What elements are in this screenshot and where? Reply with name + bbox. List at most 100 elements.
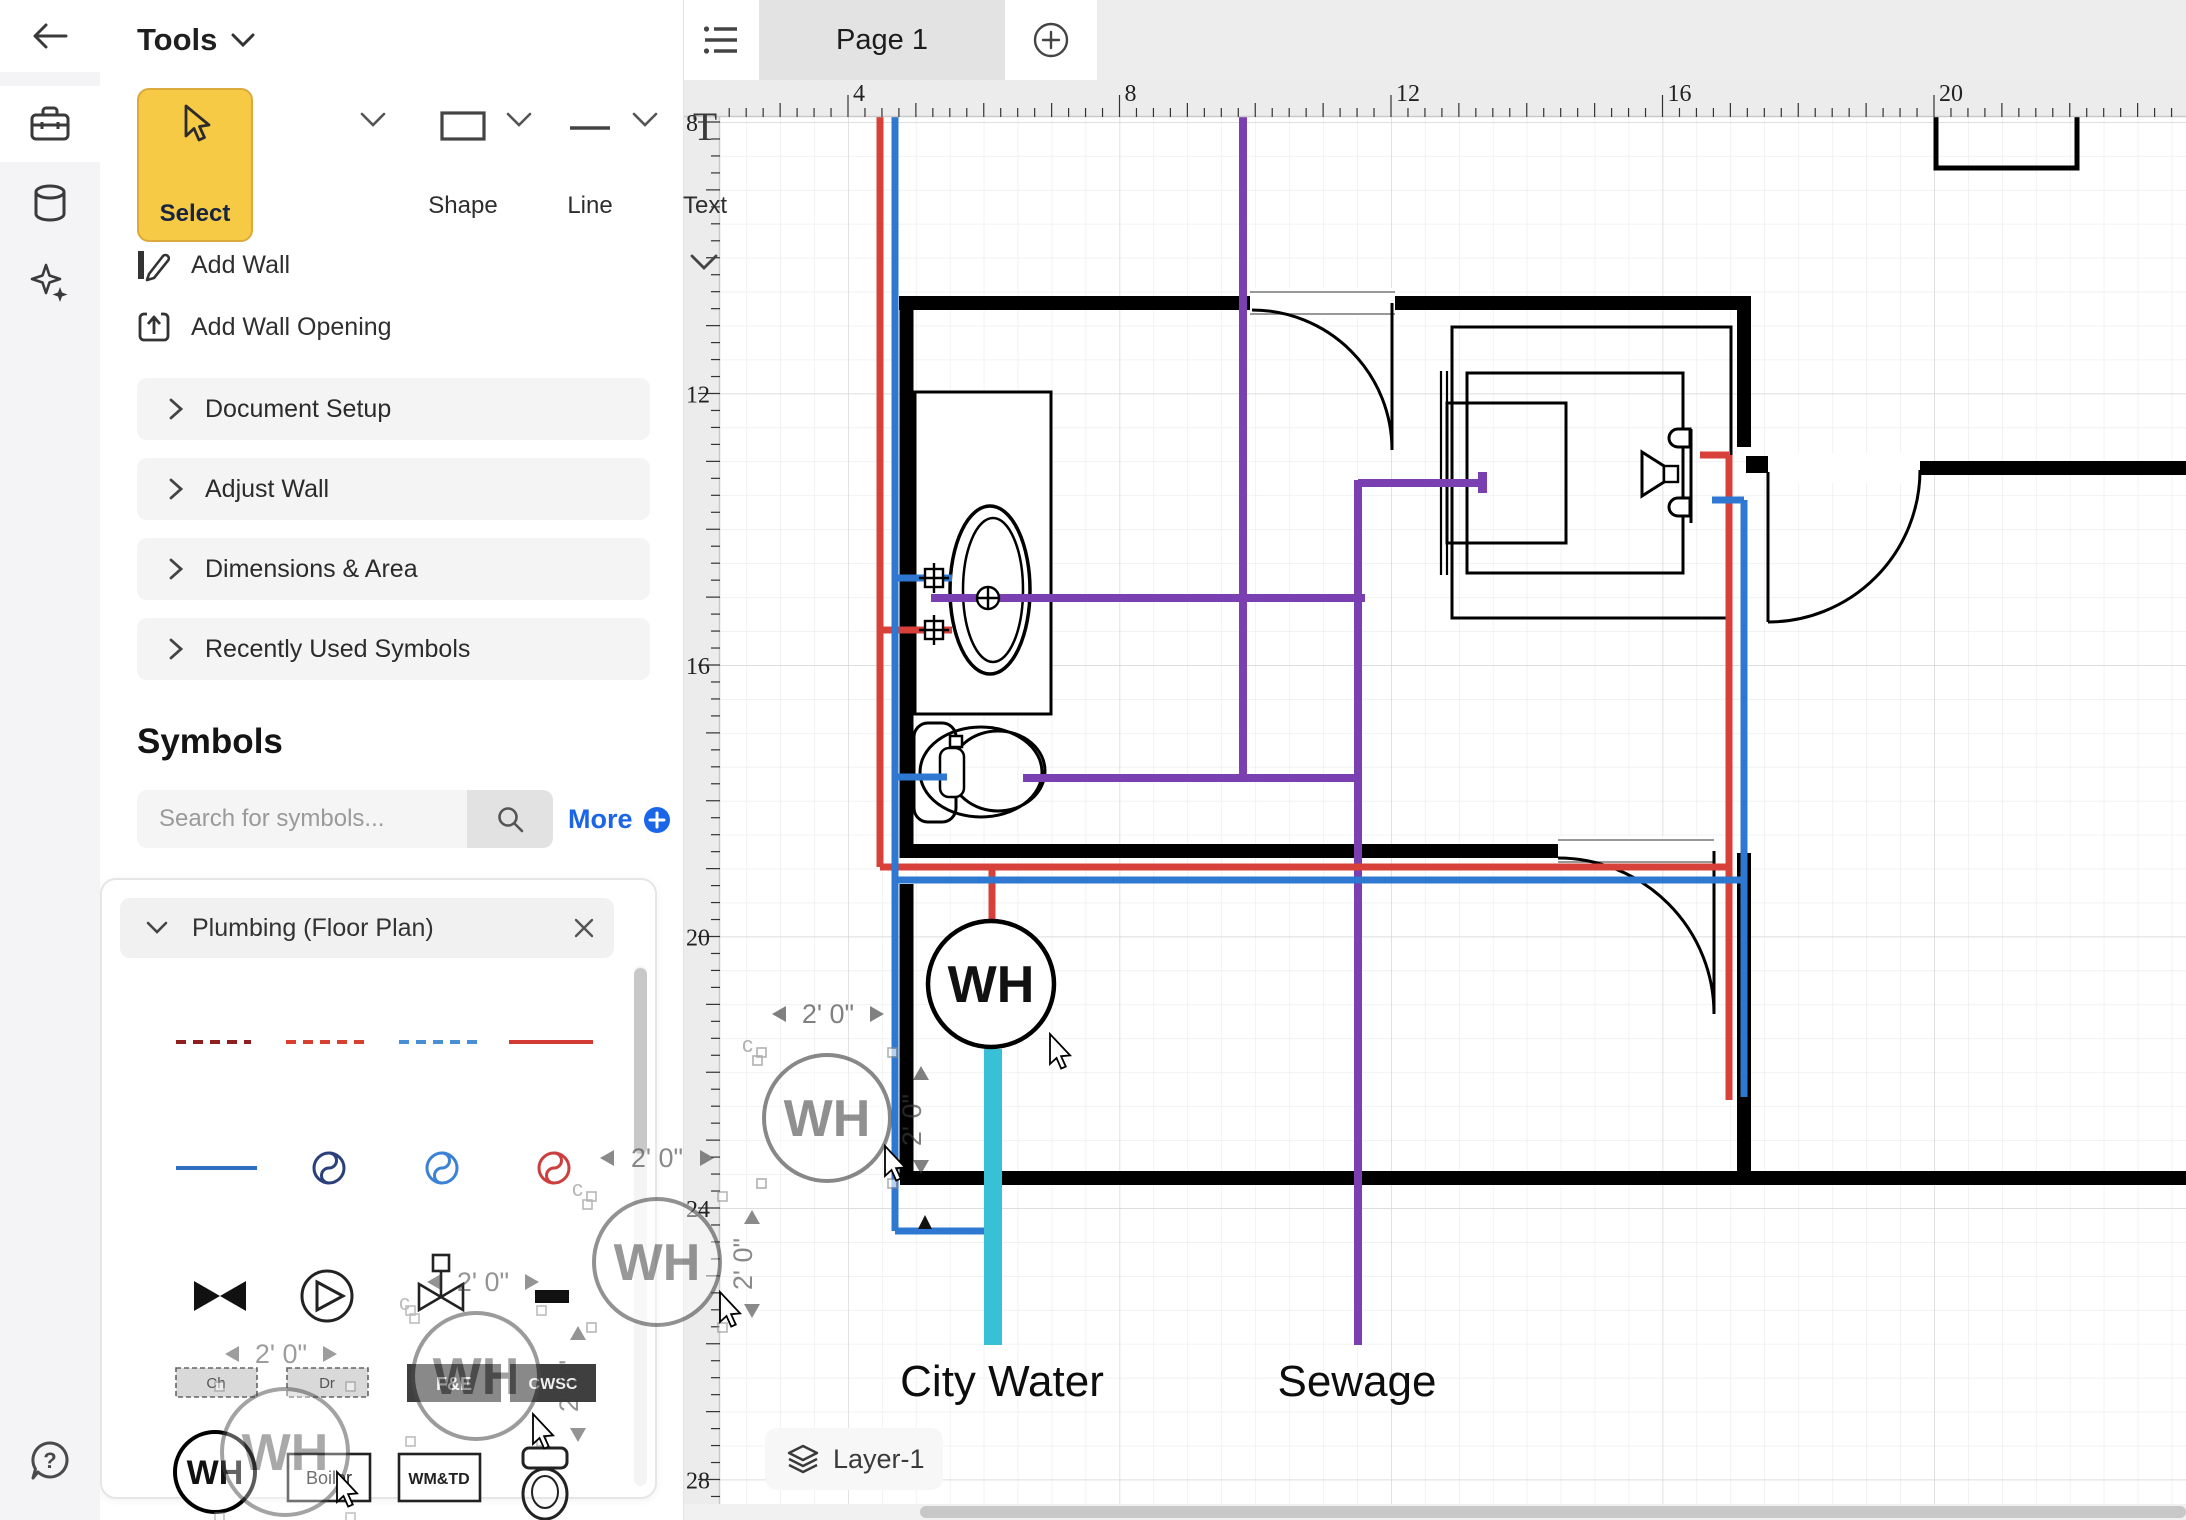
gate-valve-symbol <box>194 1281 246 1311</box>
shape-tool-button[interactable]: Shape <box>408 96 518 232</box>
section-dimensions-area[interactable]: Dimensions & Area <box>137 538 650 600</box>
svg-text:20: 20 <box>686 926 710 952</box>
washer-dryer-symbol-label: WM&TD <box>408 1471 469 1488</box>
shape-label: Shape <box>428 192 497 220</box>
sink-fixture[interactable] <box>915 392 1051 714</box>
chase-symbol-label: Ch <box>206 1375 225 1392</box>
water-heater-label: WH <box>948 956 1035 1014</box>
text-tool-icon: T <box>693 110 717 144</box>
add-wall-opening-icon <box>137 310 171 344</box>
back-arrow-icon <box>32 21 68 51</box>
add-wall-button[interactable]: Add Wall <box>137 248 290 282</box>
symbol-palette-card: Plumbing (Floor Plan) <box>100 878 657 1499</box>
list-icon <box>703 25 739 55</box>
svg-text:8: 8 <box>1125 81 1137 107</box>
symbol-search-button[interactable] <box>467 790 553 848</box>
layer-badge-label: Layer-1 <box>833 1444 925 1475</box>
help-button[interactable]: ? <box>0 1428 100 1494</box>
chevron-down-icon <box>231 33 255 47</box>
floor-plan-drawing[interactable]: WH City Water Sewage 4812162081216202428 <box>683 80 2186 1520</box>
boiler-symbol-label: Boiler <box>306 1468 352 1488</box>
palette-symbols: Ch Dr F&E CWSC WH Boiler WM&TD <box>102 958 659 1501</box>
plus-circle-icon <box>643 806 671 834</box>
horizontal-scrollbar[interactable] <box>683 1504 2186 1520</box>
text-label: Text <box>683 192 727 220</box>
add-page-button[interactable] <box>1005 0 1097 80</box>
water-heater[interactable]: WH <box>928 921 1054 1047</box>
add-wall-label: Add Wall <box>191 251 290 280</box>
svg-text:12: 12 <box>1396 81 1420 107</box>
section-adjust-wall[interactable]: Adjust Wall <box>137 458 650 520</box>
page-tab-bar: Page 1 <box>683 0 2186 81</box>
palette-title: Plumbing (Floor Plan) <box>192 914 434 943</box>
symbols-nav-button[interactable] <box>0 168 100 238</box>
line-tool-button[interactable]: Line <box>542 96 638 232</box>
svg-text:16: 16 <box>686 654 710 680</box>
layer-badge[interactable]: Layer-1 <box>765 1428 943 1490</box>
svg-text:?: ? <box>43 1448 56 1473</box>
symbols-heading: Symbols <box>137 722 283 762</box>
wall-post <box>1746 456 1770 473</box>
chevron-right-icon <box>169 638 183 660</box>
section-recently-used[interactable]: Recently Used Symbols <box>137 618 650 680</box>
svg-text:28: 28 <box>686 1469 710 1495</box>
add-wall-opening-button[interactable]: Add Wall Opening <box>137 310 392 344</box>
shape-dropdown-chevron[interactable] <box>506 112 532 128</box>
panel-title-label: Tools <box>137 22 217 58</box>
more-label: More <box>568 804 633 835</box>
cursor-icon <box>178 104 212 144</box>
select-dropdown-chevron[interactable] <box>360 112 386 128</box>
palette-equipment-symbols[interactable]: Ch Dr F&E CWSC WH Boiler WM&TD <box>175 1364 596 1519</box>
section-label: Document Setup <box>205 395 391 424</box>
search-icon <box>496 805 524 833</box>
section-label: Adjust Wall <box>205 475 329 504</box>
city-water-label[interactable]: City Water <box>900 1357 1104 1406</box>
globe-valve-symbol <box>419 1255 463 1310</box>
add-wall-chevron[interactable] <box>690 254 718 272</box>
layers-icon <box>787 1444 819 1474</box>
chevron-right-icon <box>169 398 183 420</box>
back-button[interactable] <box>0 0 100 72</box>
chevron-down-icon <box>146 921 168 935</box>
svg-text:20: 20 <box>1939 81 1963 107</box>
ai-nav-button[interactable] <box>0 248 100 318</box>
section-document-setup[interactable]: Document Setup <box>137 378 650 440</box>
section-label: Dimensions & Area <box>205 555 418 584</box>
svg-text:4: 4 <box>853 81 865 107</box>
palette-header[interactable]: Plumbing (Floor Plan) <box>120 898 614 958</box>
text-tool-button[interactable]: T Text <box>660 96 750 232</box>
toolbox-nav-button[interactable] <box>0 86 100 162</box>
toilet-symbol <box>523 1448 567 1519</box>
page-list-button[interactable] <box>683 0 759 80</box>
close-icon[interactable] <box>574 918 594 938</box>
page-tab[interactable]: Page 1 <box>759 0 1005 80</box>
palette-line-swatches[interactable] <box>176 1042 593 1168</box>
pump-symbol <box>302 1271 352 1321</box>
svg-text:16: 16 <box>1668 81 1692 107</box>
panel-title[interactable]: Tools <box>137 22 255 58</box>
add-wall-icon <box>137 248 171 282</box>
line-dropdown-chevron[interactable] <box>632 112 658 128</box>
toolbox-icon <box>30 106 70 142</box>
drawing-canvas-area: Page 1 <box>683 0 2186 1520</box>
cwsc-symbol-label: CWSC <box>529 1376 578 1393</box>
tools-panel: Tools Select Shape Line T Text Add Wall <box>100 0 684 1520</box>
drain-symbol-label: Dr <box>319 1375 335 1392</box>
sparkles-icon <box>30 263 70 303</box>
palette-fitting-symbols[interactable] <box>194 1153 569 1321</box>
water-heater-symbol-label: WH <box>187 1454 244 1492</box>
chevron-right-icon <box>169 558 183 580</box>
plus-circle-icon <box>1032 21 1070 59</box>
page-tab-label: Page 1 <box>836 24 928 57</box>
fe-symbol-label: F&E <box>436 1374 472 1394</box>
symbol-search-input[interactable] <box>137 790 473 848</box>
sewage-label[interactable]: Sewage <box>1277 1357 1436 1406</box>
database-icon <box>33 184 67 222</box>
more-symbols-link[interactable]: More <box>568 804 671 835</box>
rectangle-icon <box>439 110 487 142</box>
line-label: Line <box>567 192 612 220</box>
select-tool-button[interactable]: Select <box>137 88 253 242</box>
section-label: Recently Used Symbols <box>205 635 470 664</box>
line-icon <box>566 110 614 142</box>
chevron-right-icon <box>169 478 183 500</box>
